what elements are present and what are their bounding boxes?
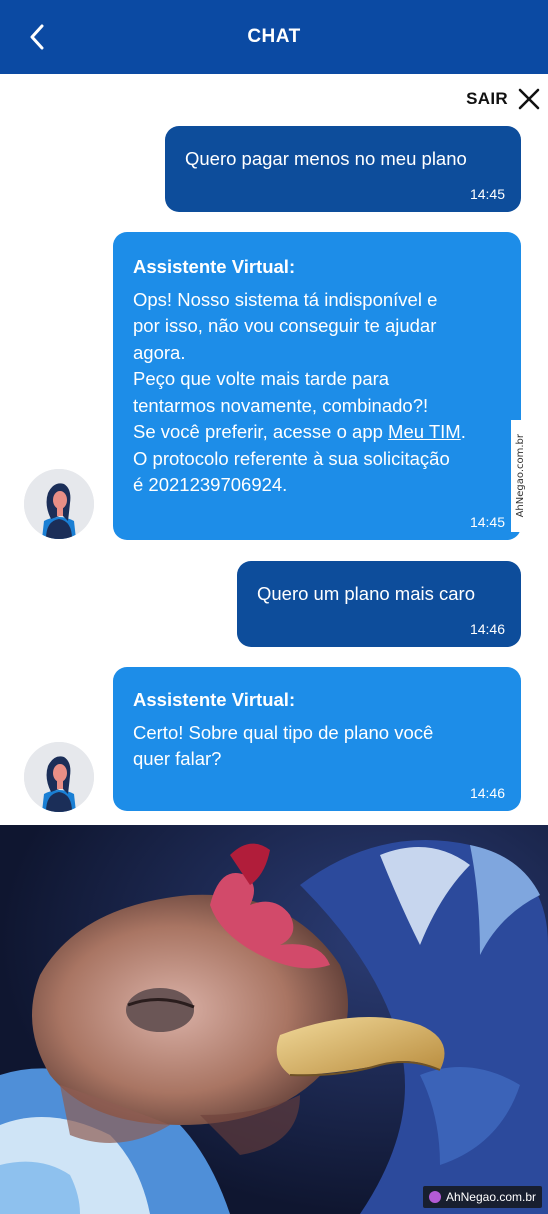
message-text-part: Ops! Nosso sistema tá indisponível e por… xyxy=(133,288,438,443)
chicken-photo xyxy=(0,825,548,1214)
assistant-avatar xyxy=(24,742,94,812)
message-sender: Assistente Virtual: xyxy=(133,689,296,710)
watermark-logo-icon xyxy=(428,1191,441,1203)
back-button[interactable] xyxy=(22,20,52,54)
close-icon xyxy=(518,88,540,110)
user-message: Quero um plano mais caro 14:46 xyxy=(237,561,521,647)
reaction-photo: AhNegao.com.br xyxy=(0,825,548,1214)
message-time: 14:46 xyxy=(469,621,505,637)
watermark-text: AhNegao.com.br xyxy=(514,434,526,518)
chevron-left-icon xyxy=(30,24,44,50)
meu-tim-link[interactable]: Meu TIM xyxy=(388,421,461,442)
woman-avatar-icon xyxy=(24,469,94,539)
message-text: Quero um plano mais caro xyxy=(257,583,475,604)
watermark-text: AhNegao.com.br xyxy=(445,1190,536,1204)
message-text: Ops! Nosso sistema tá indisponível e por… xyxy=(133,287,501,499)
assistant-message: Assistente Virtual: Ops! Nosso sistema t… xyxy=(113,232,521,540)
message-text: Certo! Sobre qual tipo de plano você que… xyxy=(133,721,434,770)
exit-label: SAIR xyxy=(466,89,508,108)
message-time: 14:45 xyxy=(469,186,505,202)
page-title: CHAT xyxy=(247,26,301,47)
message-time: 14:46 xyxy=(469,785,505,801)
app-header: CHAT xyxy=(0,0,548,74)
bottom-watermark: AhNegao.com.br xyxy=(422,1186,542,1208)
message-text: Quero pagar menos no meu plano xyxy=(185,148,467,169)
woman-avatar-icon xyxy=(24,742,94,812)
exit-button[interactable]: SAIR xyxy=(466,84,540,114)
side-watermark: AhNegao.com.br xyxy=(511,420,529,532)
message-time: 14:45 xyxy=(469,514,505,530)
message-sender: Assistente Virtual: xyxy=(133,256,296,277)
user-message: Quero pagar menos no meu plano 14:45 xyxy=(165,126,521,212)
assistant-message: Assistente Virtual: Certo! Sobre qual ti… xyxy=(113,667,521,811)
assistant-avatar xyxy=(24,469,94,539)
